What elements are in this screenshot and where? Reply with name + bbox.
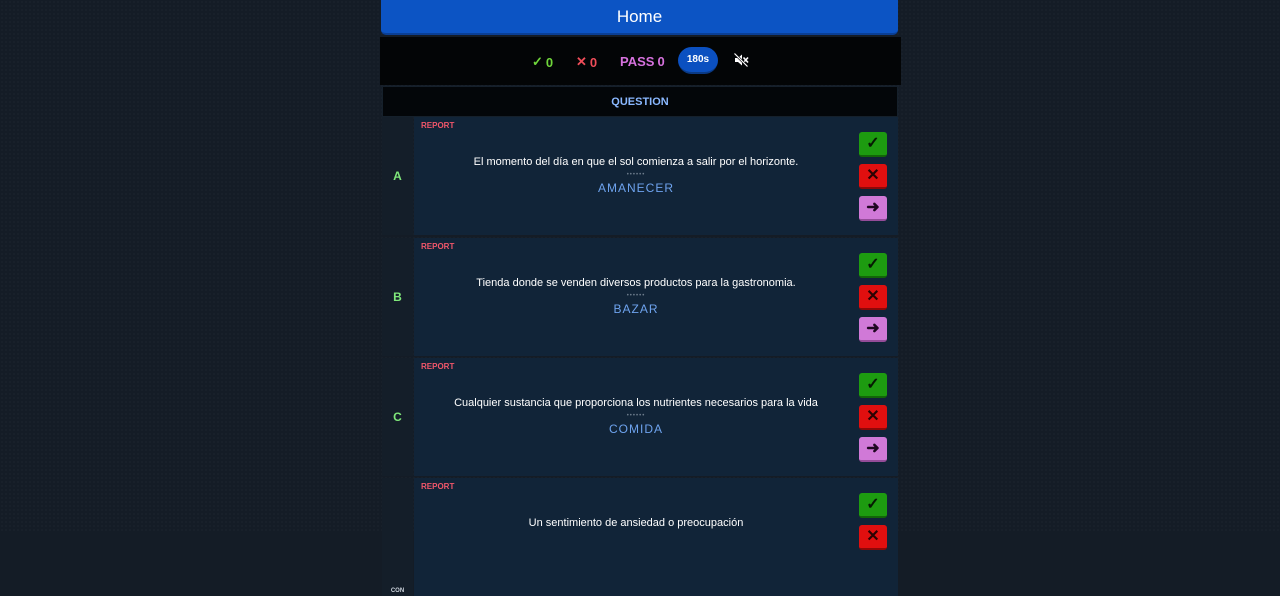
- question-column-header: QUESTION: [382, 86, 898, 117]
- wrong-button[interactable]: ✕: [859, 525, 887, 550]
- wrong-counter: ✕ 0: [576, 54, 597, 70]
- correct-button[interactable]: ✓: [859, 373, 887, 398]
- answer-text: COMIDA: [609, 422, 663, 436]
- divider-dots: ••••••: [626, 172, 646, 178]
- pass-label: PASS: [620, 54, 655, 69]
- pass-count: 0: [657, 54, 665, 69]
- question-cell: REPORT Un sentimiento de ansiedad o preo…: [414, 478, 898, 596]
- correct-button[interactable]: ✓: [859, 132, 887, 157]
- correct-button[interactable]: ✓: [859, 493, 887, 518]
- timer-badge[interactable]: 180s: [678, 47, 718, 74]
- report-link[interactable]: REPORT: [421, 121, 454, 130]
- question-row: CON REPORT Un sentimiento de ansiedad o …: [382, 478, 898, 596]
- clue-text: Un sentimiento de ansiedad o preocupació…: [528, 517, 744, 529]
- divider-dots: ••••••: [626, 413, 646, 419]
- question-cell: REPORT Tienda donde se venden diversos p…: [414, 238, 898, 356]
- question-cell: REPORT Cualquier sustancia que proporcio…: [414, 358, 898, 476]
- question-row: B REPORT Tienda donde se venden diversos…: [382, 238, 898, 356]
- wrong-count: 0: [589, 54, 598, 70]
- correct-counter: ✓ 0: [532, 54, 553, 70]
- correct-count: 0: [545, 54, 554, 70]
- row-letter: A: [382, 117, 413, 235]
- home-button[interactable]: Home: [381, 0, 898, 35]
- pass-counter: PASS 0: [620, 54, 665, 69]
- pass-button[interactable]: ➜: [859, 196, 887, 221]
- question-row: C REPORT Cualquier sustancia que proporc…: [382, 358, 898, 476]
- row-letter: C: [382, 358, 413, 476]
- question-cell: REPORT El momento del día en que el sol …: [414, 117, 898, 235]
- game-panel: Home ✓ 0 ✕ 0 PASS 0 180s QUESTION A REPO…: [380, 0, 901, 596]
- divider-dots: ••••••: [626, 293, 646, 299]
- clue-text: Tienda donde se venden diversos producto…: [476, 277, 796, 289]
- cross-icon: ✕: [576, 54, 587, 69]
- question-row: A REPORT El momento del día en que el so…: [382, 117, 898, 235]
- row-letter: CON: [382, 478, 413, 596]
- wrong-button[interactable]: ✕: [859, 285, 887, 310]
- answer-text: BAZAR: [613, 302, 659, 316]
- pass-button[interactable]: ➜: [859, 317, 887, 342]
- wrong-button[interactable]: ✕: [859, 405, 887, 430]
- clue-text: El momento del día en que el sol comienz…: [473, 156, 799, 168]
- score-bar: ✓ 0 ✕ 0 PASS 0 180s: [380, 37, 901, 85]
- wrong-button[interactable]: ✕: [859, 164, 887, 189]
- report-link[interactable]: REPORT: [421, 362, 454, 371]
- answer-text: AMANECER: [597, 181, 674, 195]
- row-letter: B: [382, 238, 413, 356]
- correct-button[interactable]: ✓: [859, 253, 887, 278]
- clue-text: Cualquier sustancia que proporciona los …: [454, 397, 818, 409]
- checkmark-icon: ✓: [532, 54, 543, 69]
- report-link[interactable]: REPORT: [421, 482, 454, 491]
- speaker-muted-icon[interactable]: [733, 52, 749, 68]
- report-link[interactable]: REPORT: [421, 242, 454, 251]
- pass-button[interactable]: ➜: [859, 437, 887, 462]
